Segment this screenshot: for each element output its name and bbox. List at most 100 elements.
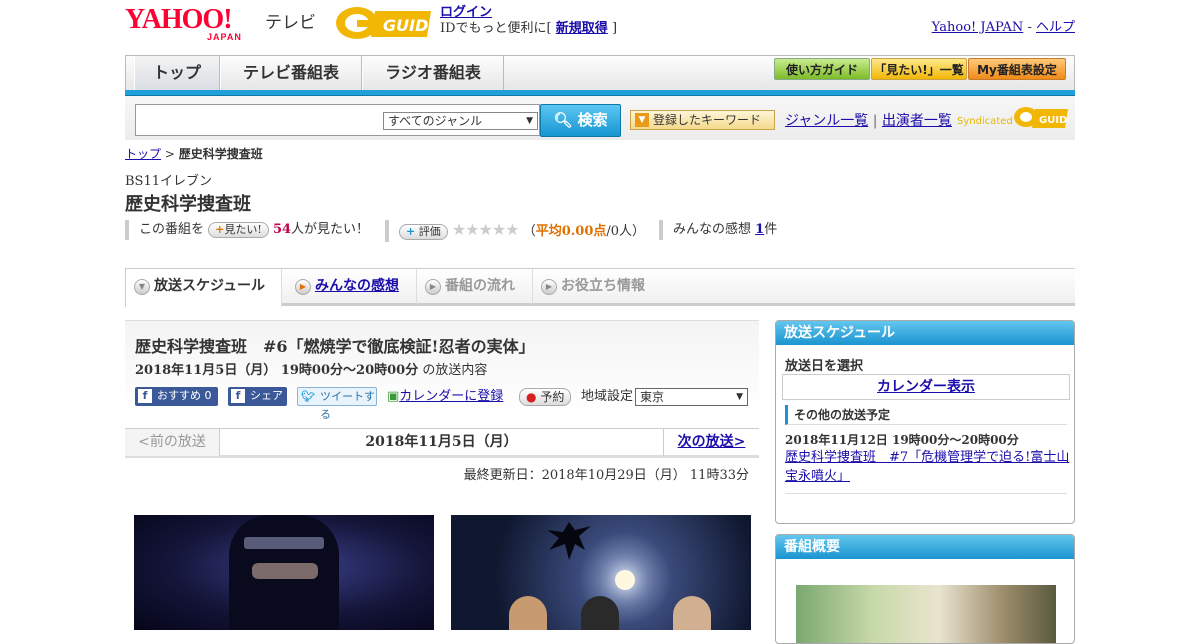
top-right-links: Yahoo! JAPAN - ヘルプ: [932, 16, 1075, 35]
tab-everyone-impressions[interactable]: ▶ みんなの感想: [287, 269, 417, 304]
avg-people: /0人）: [606, 224, 646, 239]
episode-title: 歴史科学捜査班 #6「燃焼学で徹底検証!忍者の実体」: [135, 337, 535, 356]
yahoo-logo-text: YAHOO!: [125, 4, 233, 35]
link-separator: -: [1027, 20, 1032, 35]
want-list-button[interactable]: 「見たい!」一覧: [871, 58, 967, 80]
reserve-label: 予約: [540, 390, 565, 404]
calendar-register-link[interactable]: カレンダーに登録: [399, 389, 503, 404]
chevron-down-icon: ▼: [736, 392, 743, 402]
search-bar: すべてのジャンル ▼ 🔍︎ 検索 ▼ 登録したキーワード ジャンル一覧 | 出演…: [125, 96, 1075, 140]
gguide-logo-icon: GUIDE: [336, 7, 439, 39]
signup-link[interactable]: 新規取得: [556, 21, 608, 36]
usage-guide-button[interactable]: 使い方ガイド: [774, 58, 870, 80]
content-tabs: ▼ 放送スケジュール ▶ みんなの感想 ▶ 番組の流れ ▶ お役立ち情報: [125, 268, 1075, 307]
want-suffix: 人が見たい！: [291, 222, 370, 237]
avg-open: （: [522, 224, 536, 239]
calendar-register[interactable]: ▣カレンダーに登録: [387, 387, 503, 406]
syndicated-gguide-logo: Syndicated GUIDE: [957, 104, 1072, 132]
tweet-button[interactable]: 🐦︎ ツイートする: [297, 387, 377, 421]
registered-keyword-label: 登録したキーワード: [653, 113, 762, 127]
studio-photo: [451, 515, 751, 630]
search-button-label: 検索: [577, 111, 608, 129]
svg-text:GUIDE: GUIDE: [383, 16, 433, 35]
calendar-add-icon: ▣: [387, 389, 400, 404]
login-suffix: ]: [611, 21, 618, 36]
breadcrumb-separator: >: [164, 147, 175, 161]
prev-broadcast: <前の放送: [125, 429, 220, 456]
genre-list-link[interactable]: ジャンル一覧: [785, 113, 868, 129]
genre-select[interactable]: すべてのジャンル ▼: [383, 112, 538, 130]
facebook-share-button[interactable]: f シェア: [228, 387, 287, 406]
chevron-right-icon: ▶: [295, 279, 311, 295]
search-button[interactable]: 🔍︎ 検索: [540, 104, 621, 137]
nav-tab-top[interactable]: トップ: [134, 56, 220, 91]
login-prefix: IDでもっと便利に[: [440, 21, 552, 36]
rating-section: + 評価 ★★★★★ （平均0.00点/0人）: [385, 220, 645, 242]
leaping-ninja-silhouette: [547, 522, 591, 560]
tweet-label: ツイートする: [320, 390, 375, 421]
yahoo-japan-link[interactable]: Yahoo! JAPAN: [932, 20, 1024, 35]
plus-icon: +: [406, 224, 416, 238]
rating-stars-icon: ★★★★★: [451, 220, 520, 239]
svg-text:GUIDE: GUIDE: [1039, 115, 1069, 126]
facebook-recommend-button[interactable]: f おすすめ 0: [135, 387, 218, 406]
want-button[interactable]: +見たい!: [208, 221, 269, 238]
sidebar-schedule-header: 放送スケジュール: [776, 321, 1074, 345]
my-schedule-settings-button[interactable]: My番組表設定: [968, 58, 1066, 80]
episode-box: 歴史科学捜査班 #6「燃焼学で徹底検証!忍者の実体」 2018年11月5日（月）…: [125, 320, 759, 421]
search-links: ジャンル一覧 | 出演者一覧: [785, 113, 952, 129]
channel-name: BS11イレブン: [125, 174, 213, 189]
region-label: 地域設定: [581, 389, 634, 404]
syndicated-label: Syndicated: [957, 116, 1013, 127]
facebook-icon: f: [231, 389, 245, 403]
want-count: 54: [272, 222, 292, 237]
rate-button[interactable]: + 評価: [399, 223, 448, 240]
twitter-bird-icon: 🐦︎: [301, 390, 315, 403]
reserve-button[interactable]: ● 予約: [519, 388, 572, 406]
breadcrumb-home-link[interactable]: トップ: [125, 147, 161, 161]
tab-program-flow: ▶ 番組の流れ: [417, 269, 533, 304]
impressions-prefix: みんなの感想: [673, 222, 752, 237]
performer-list-link[interactable]: 出演者一覧: [882, 113, 952, 129]
studio-person: [509, 596, 547, 630]
gguide-small-icon: GUIDE: [1014, 107, 1069, 128]
registered-keyword-button[interactable]: ▼ 登録したキーワード: [630, 110, 775, 130]
other-broadcast-date: 2018年11月12日 19時00分～20時00分: [785, 433, 1019, 447]
other-broadcast-link[interactable]: 歴史科学捜査班 #7「危機管理学で迫る!富士山宝永噴火」: [785, 448, 1070, 486]
impressions-count-link[interactable]: 1: [755, 222, 764, 237]
share-label: シェア: [250, 389, 283, 402]
nav-tab-tv-listings[interactable]: テレビ番組表: [220, 56, 362, 91]
last-updated: 最終更新日：2018年10月29日（月） 11時33分: [463, 468, 749, 483]
region-select[interactable]: 東京 ▼: [635, 388, 748, 406]
broadcast-pager: <前の放送 2018年11月5日（月） 次の放送>: [125, 428, 759, 458]
overview-photo: [796, 585, 1056, 643]
help-link[interactable]: ヘルプ: [1036, 20, 1075, 35]
genre-select-value: すべてのジャンル: [388, 114, 483, 128]
chevron-down-icon: ▼: [134, 279, 150, 295]
ninja-eyes: [252, 563, 318, 579]
episode-datetime: 2018年11月5日（月） 19時00分～20時00分: [135, 363, 419, 378]
yahoo-japan-logo[interactable]: YAHOO! JAPAN: [125, 4, 260, 43]
next-broadcast-link[interactable]: 次の放送>: [663, 429, 759, 456]
chevron-down-icon: ▼: [526, 116, 533, 126]
calendar-view-link[interactable]: カレンダー表示: [782, 374, 1070, 400]
impressions-section: みんなの感想 1件: [659, 220, 777, 240]
ninja-headband: [244, 537, 324, 549]
ninja-photo: [134, 515, 434, 630]
login-link[interactable]: ログイン: [440, 5, 492, 20]
chevron-right-icon: ▶: [541, 279, 557, 295]
breadcrumb: トップ > 歴史科学捜査班: [125, 145, 263, 162]
select-date-label: 放送日を選択: [785, 359, 864, 374]
chevron-right-icon: ▶: [425, 279, 441, 295]
recommend-label: おすすめ 0: [157, 389, 212, 402]
nav-tab-radio-listings[interactable]: ラジオ番組表: [362, 56, 504, 91]
episode-datetime-suffix: の放送内容: [422, 363, 488, 378]
tab-broadcast-schedule[interactable]: ▼ 放送スケジュール: [125, 269, 282, 307]
record-dot-icon: ●: [526, 390, 537, 404]
sidebar-divider: [785, 493, 1067, 494]
tab-useful-info: ▶ お役立ち情報: [533, 269, 663, 304]
japan-logo-text: JAPAN: [207, 32, 242, 42]
main-nav: トップ テレビ番組表 ラジオ番組表 使い方ガイド 「見たい!」一覧 My番組表設…: [125, 55, 1075, 91]
average-score: 平均0.00点: [535, 224, 607, 239]
gguide-logo[interactable]: GUIDE: [335, 5, 439, 41]
